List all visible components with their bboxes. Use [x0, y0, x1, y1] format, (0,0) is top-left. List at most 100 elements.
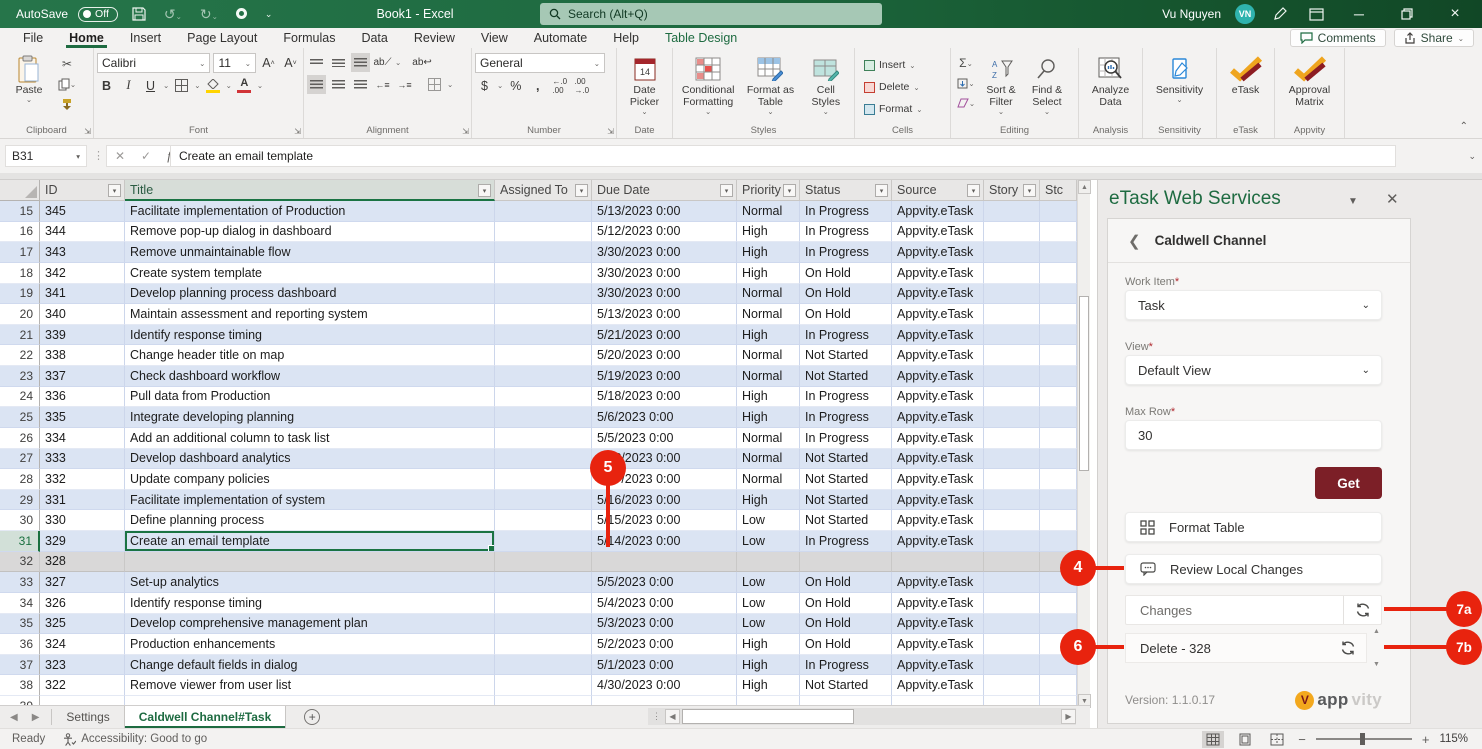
cell-title[interactable]: Set-up analytics: [125, 572, 495, 593]
cell-stc[interactable]: [1040, 510, 1077, 531]
zoom-level[interactable]: 115%: [1439, 733, 1468, 745]
cell-status[interactable]: Not Started: [800, 490, 892, 511]
paste-button[interactable]: Paste ⌄: [3, 51, 55, 123]
cell-story[interactable]: [984, 696, 1040, 705]
scroll-down-icon[interactable]: ▼: [1373, 661, 1380, 668]
sensitivity-button[interactable]: Sensitivity ⌄: [1147, 51, 1213, 123]
cell-status[interactable]: On Hold: [800, 593, 892, 614]
ribbon-tab-view[interactable]: View: [468, 28, 521, 48]
scroll-left-icon[interactable]: ◀: [665, 709, 680, 724]
cell-title[interactable]: Change default fields in dialog: [125, 655, 495, 676]
back-chevron-icon[interactable]: ❮: [1128, 232, 1141, 250]
cell-story[interactable]: [984, 572, 1040, 593]
cell-assigned[interactable]: [495, 304, 592, 325]
cell-assigned[interactable]: [495, 407, 592, 428]
cell-title[interactable]: Create system template: [125, 263, 495, 284]
row-header[interactable]: 29: [0, 490, 40, 511]
cell-assigned[interactable]: [495, 634, 592, 655]
column-header-due-date[interactable]: Due Date▾: [592, 180, 737, 201]
borders-icon[interactable]: [172, 76, 191, 95]
cell-title[interactable]: Update company policies: [125, 469, 495, 490]
cell-id[interactable]: 332: [40, 469, 125, 490]
cell-priority[interactable]: High: [737, 675, 800, 696]
cell-priority[interactable]: Low: [737, 614, 800, 635]
cell-status[interactable]: On Hold: [800, 572, 892, 593]
increase-font-icon[interactable]: A˄: [259, 54, 278, 73]
cell-id[interactable]: 333: [40, 449, 125, 470]
collapse-ribbon-icon[interactable]: ⌃: [1460, 121, 1468, 132]
cell-status[interactable]: On Hold: [800, 304, 892, 325]
number-format-select[interactable]: General⌄: [475, 53, 605, 73]
row-header[interactable]: 17: [0, 242, 40, 263]
cell-id[interactable]: [40, 696, 125, 705]
change-list-item[interactable]: Delete - 328: [1125, 633, 1367, 663]
cell-title[interactable]: Develop comprehensive management plan: [125, 614, 495, 635]
cell-id[interactable]: 327: [40, 572, 125, 593]
cell-id[interactable]: 337: [40, 366, 125, 387]
cell-due[interactable]: 5/6/2023 0:00: [592, 407, 737, 428]
ribbon-tab-file[interactable]: File: [10, 28, 56, 48]
row-header[interactable]: 15: [0, 201, 40, 222]
cell-assigned[interactable]: [495, 696, 592, 705]
format-cells-button[interactable]: Format⌄: [864, 99, 947, 120]
cell-priority[interactable]: Normal: [737, 304, 800, 325]
cell-source[interactable]: [892, 552, 984, 573]
cell-stc[interactable]: [1040, 263, 1077, 284]
cell-priority[interactable]: Low: [737, 593, 800, 614]
cell-priority[interactable]: High: [737, 222, 800, 243]
filter-icon[interactable]: ▾: [108, 184, 121, 197]
cell-status[interactable]: [800, 696, 892, 705]
cell-due[interactable]: 3/30/2023 0:00: [592, 284, 737, 305]
comments-button[interactable]: Comments: [1290, 29, 1386, 47]
cell-status[interactable]: In Progress: [800, 201, 892, 222]
cell-id[interactable]: 328: [40, 552, 125, 573]
cell-story[interactable]: [984, 510, 1040, 531]
column-header-priority[interactable]: Priority▾: [737, 180, 800, 201]
cell-due[interactable]: 5/21/2023 0:00: [592, 325, 737, 346]
cell-due[interactable]: 5/14/2023 0:00: [592, 531, 737, 552]
cell-story[interactable]: [984, 407, 1040, 428]
bold-icon[interactable]: B: [97, 76, 116, 95]
cell-assigned[interactable]: [495, 366, 592, 387]
cell-status[interactable]: In Progress: [800, 222, 892, 243]
cell-title[interactable]: Identify response timing: [125, 593, 495, 614]
ribbon-tab-formulas[interactable]: Formulas: [270, 28, 348, 48]
column-header-status[interactable]: Status▾: [800, 180, 892, 201]
cell-source[interactable]: Appvity.eTask: [892, 242, 984, 263]
cell-stc[interactable]: [1040, 490, 1077, 511]
cell-assigned[interactable]: [495, 284, 592, 305]
redo-icon[interactable]: ↻⌄: [196, 7, 222, 21]
cell-story[interactable]: [984, 284, 1040, 305]
cell-priority[interactable]: [737, 552, 800, 573]
cell-id[interactable]: 323: [40, 655, 125, 676]
cell-status[interactable]: On Hold: [800, 284, 892, 305]
cell-story[interactable]: [984, 552, 1040, 573]
cell-title[interactable]: Remove unmaintainable flow: [125, 242, 495, 263]
cell-priority[interactable]: Low: [737, 531, 800, 552]
sort-filter-button[interactable]: AZ Sort & Filter ⌄: [978, 51, 1024, 123]
cell-source[interactable]: Appvity.eTask: [892, 366, 984, 387]
minimize-button[interactable]: ─: [1342, 0, 1376, 28]
cell-due[interactable]: 5/1/2023 0:00: [592, 655, 737, 676]
cell-id[interactable]: 330: [40, 510, 125, 531]
row-header[interactable]: 35: [0, 614, 40, 635]
font-dialog-launcher-icon[interactable]: ⇲: [294, 127, 301, 136]
cell-title[interactable]: Change header title on map: [125, 345, 495, 366]
cell-priority[interactable]: Normal: [737, 428, 800, 449]
column-header-title[interactable]: Title▾: [125, 180, 495, 201]
cell-story[interactable]: [984, 366, 1040, 387]
refresh-icon[interactable]: [1340, 640, 1356, 656]
cell-story[interactable]: [984, 593, 1040, 614]
zoom-slider[interactable]: [1316, 738, 1412, 740]
cell-id[interactable]: 341: [40, 284, 125, 305]
cell-source[interactable]: Appvity.eTask: [892, 469, 984, 490]
row-header[interactable]: 32: [0, 552, 40, 573]
cell-story[interactable]: [984, 675, 1040, 696]
review-local-changes-button[interactable]: Review Local Changes: [1125, 554, 1382, 584]
cell-due[interactable]: 3/30/2023 0:00: [592, 242, 737, 263]
format-table-button[interactable]: Format Table: [1125, 512, 1382, 542]
ribbon-tab-page-layout[interactable]: Page Layout: [174, 28, 270, 48]
cell-status[interactable]: On Hold: [800, 614, 892, 635]
cell-title[interactable]: Facilitate implementation of system: [125, 490, 495, 511]
align-bottom-icon[interactable]: [351, 53, 370, 72]
